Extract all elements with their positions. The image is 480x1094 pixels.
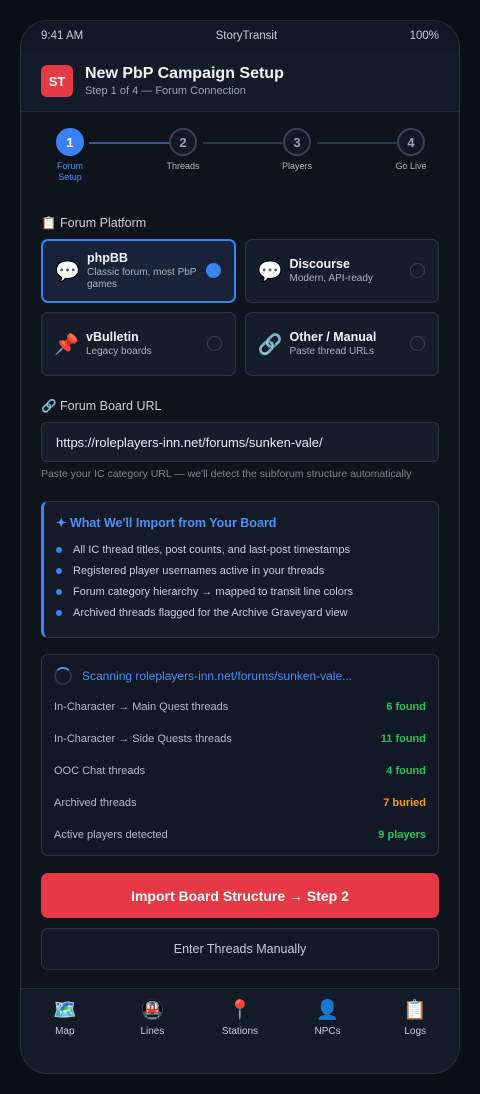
list-item-text: All IC thread titles, post counts, and l… <box>73 543 350 556</box>
step-number: 2 <box>169 128 197 156</box>
step-number: 3 <box>283 128 311 156</box>
step-2[interactable]: 2 Threads <box>153 128 213 172</box>
table-row: OOC Chat threads 4 found <box>54 755 426 787</box>
scan-row-value: 11 found <box>380 733 426 745</box>
tab-stations[interactable]: 📍 Stations <box>205 999 275 1037</box>
status-battery: 100% <box>409 30 439 42</box>
page-subtitle: Step 1 of 4 — Forum Connection <box>85 85 246 97</box>
scan-row-value: 7 buried <box>383 797 426 809</box>
person-icon: 👤 <box>315 1000 340 1021</box>
bullet-dot <box>56 546 62 553</box>
step-3[interactable]: 3 Players <box>267 128 327 172</box>
forum-url-input[interactable]: https://roleplayers-inn.net/forums/sunke… <box>41 422 439 462</box>
location-pin-icon: 📍 <box>228 1000 252 1021</box>
pushpin-icon: 📌 <box>54 333 79 356</box>
platform-option-other[interactable]: 🔗 Other / Manual Paste thread URLs <box>244 312 439 376</box>
page-title: New PbP Campaign Setup <box>85 65 284 82</box>
status-app-name: StoryTransit <box>215 30 278 42</box>
scan-status: Scanning roleplayers-inn.net/forums/sunk… <box>54 667 426 685</box>
forum-url-heading: 🔗 Forum Board URL <box>41 399 162 413</box>
option-desc: Legacy boards <box>86 346 152 357</box>
map-icon: 🗺️ <box>52 1000 77 1021</box>
list-item: Forum category hierarchy → mapped to tra… <box>56 581 424 602</box>
loading-spinner-icon <box>54 667 72 685</box>
scan-row-label: In-Character → Side Quests threads <box>54 733 232 745</box>
radio-selected[interactable] <box>205 263 221 278</box>
list-item-text: Registered player usernames active in yo… <box>73 564 325 577</box>
tab-npcs[interactable]: 👤 NPCs <box>293 999 363 1037</box>
scan-status-text: Scanning roleplayers-inn.net/forums/sunk… <box>82 669 353 683</box>
bullet-dot <box>56 588 62 595</box>
table-row: In-Character → Side Quests threads 11 fo… <box>54 723 426 755</box>
platform-options: 💬 phpBB Classic forum, most PbP games 💬 … <box>41 239 439 376</box>
app-logo: ST <box>41 65 73 97</box>
forum-url-hint: Paste your IC category URL — we'll detec… <box>41 468 412 480</box>
tab-label: Stations <box>221 1026 259 1037</box>
page-header: ST New PbP Campaign Setup Step 1 of 4 — … <box>21 51 459 112</box>
tab-map[interactable]: 🗺️ Map <box>30 999 100 1037</box>
step-number: 4 <box>397 128 425 156</box>
link-icon: 🔗 <box>257 333 283 356</box>
tab-lines[interactable]: 🚇 Lines <box>117 999 187 1037</box>
list-item: Archived threads flagged for the Archive… <box>56 602 424 623</box>
bullet-dot <box>56 609 62 616</box>
option-title: Discourse <box>289 257 350 271</box>
status-bar: 9:41 AM StoryTransit 100% <box>21 21 459 51</box>
table-row: Active players detected 9 players <box>54 819 426 851</box>
step-1[interactable]: 1 Forum Setup <box>40 128 100 183</box>
option-desc: Classic forum, most PbP games <box>87 267 197 290</box>
list-item: All IC thread titles, post counts, and l… <box>56 539 424 560</box>
scan-row-label: Archived threads <box>54 797 137 809</box>
option-title: Other / Manual <box>289 330 377 344</box>
step-label: Players <box>281 161 312 171</box>
phone-frame: 9:41 AM StoryTransit 100% ST New PbP Cam… <box>20 20 460 1074</box>
scan-row-value: 6 found <box>386 701 426 713</box>
option-title: phpBB <box>87 251 128 265</box>
tab-label: Lines <box>140 1026 165 1037</box>
progress-stepper: 1 Forum Setup 2 Threads 3 Players 4 Go L… <box>41 112 439 198</box>
scan-row-label: Active players detected <box>54 829 168 841</box>
scan-row-value: 4 found <box>386 765 426 777</box>
tab-label: NPCs <box>314 1026 341 1037</box>
table-row: Archived threads 7 buried <box>54 787 426 819</box>
option-title: vBulletin <box>86 330 139 344</box>
enter-threads-manually-button[interactable]: Enter Threads Manually <box>41 928 439 970</box>
table-row: In-Character → Main Quest threads 6 foun… <box>54 691 426 723</box>
step-4[interactable]: 4 Go Live <box>381 128 441 172</box>
step-label: Forum Setup <box>56 161 83 182</box>
import-info-panel: ✦ What We'll Import from Your Board All … <box>41 501 439 638</box>
step-label: Threads <box>166 161 200 171</box>
list-item-text: Forum category hierarchy → mapped to tra… <box>73 585 354 598</box>
scan-row-value: 9 players <box>378 829 426 841</box>
platform-option-phpbb[interactable]: 💬 phpBB Classic forum, most PbP games <box>41 239 236 303</box>
scan-row-label: In-Character → Main Quest threads <box>54 701 229 713</box>
import-board-button[interactable]: Import Board Structure → Step 2 <box>41 873 439 918</box>
radio-unselected[interactable] <box>410 263 425 278</box>
option-desc: Modern, API-ready <box>289 273 373 284</box>
step-number: 1 <box>56 128 84 156</box>
tab-label: Map <box>55 1026 75 1037</box>
scan-row-label: OOC Chat threads <box>54 765 146 777</box>
platform-option-discourse[interactable]: 💬 Discourse Modern, API-ready <box>244 239 439 303</box>
status-time: 9:41 AM <box>41 30 84 42</box>
radio-unselected[interactable] <box>410 336 425 351</box>
speech-bubble-icon: 💬 <box>55 260 80 283</box>
platform-option-vbulletin[interactable]: 📌 vBulletin Legacy boards <box>41 312 236 376</box>
metro-icon: 🚇 <box>140 1000 165 1021</box>
forum-platform-heading: 📋 Forum Platform <box>41 216 147 230</box>
import-info-title: ✦ What We'll Import from Your Board <box>56 516 277 530</box>
chat-bubble-icon: 💬 <box>257 260 283 283</box>
tab-label: Logs <box>404 1026 427 1037</box>
radio-unselected[interactable] <box>206 336 222 351</box>
bullet-dot <box>56 567 62 574</box>
list-item: Registered player usernames active in yo… <box>56 560 424 581</box>
step-label: Go Live <box>395 161 427 171</box>
list-item-text: Archived threads flagged for the Archive… <box>73 606 348 619</box>
option-desc: Paste thread URLs <box>289 346 375 357</box>
clipboard-icon: 📋 <box>403 1000 427 1021</box>
bottom-tab-bar: 🗺️ Map 🚇 Lines 📍 Stations 👤 NPCs 📋 Logs <box>21 988 459 1073</box>
scan-results-panel: Scanning roleplayers-inn.net/forums/sunk… <box>41 654 439 856</box>
tab-logs[interactable]: 📋 Logs <box>380 999 450 1037</box>
